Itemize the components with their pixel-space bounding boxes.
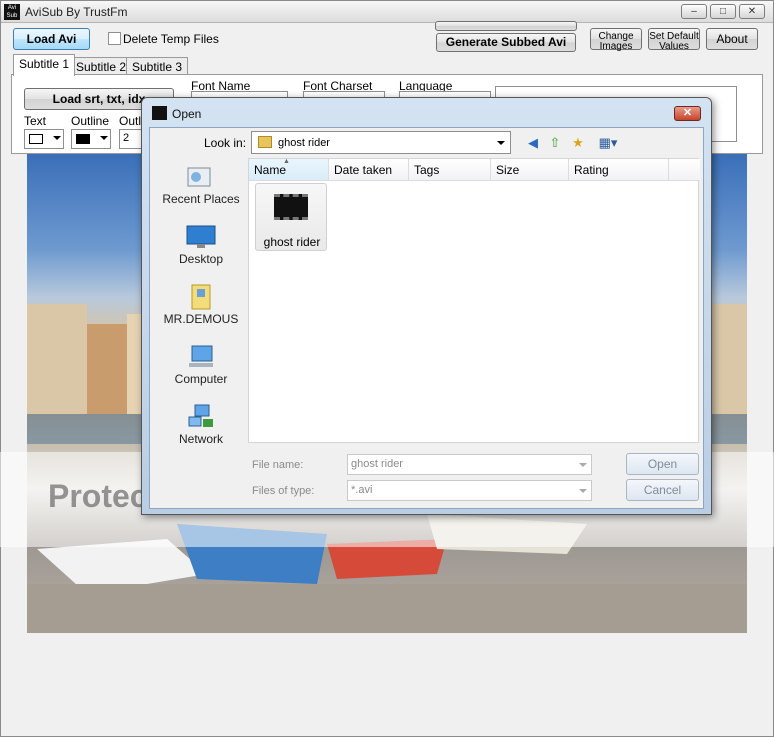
column-header-date-taken[interactable]: Date taken	[329, 159, 409, 181]
tab-subtitle-1[interactable]: Subtitle 1	[13, 54, 76, 76]
column-label: Name	[254, 163, 287, 177]
network-icon	[188, 404, 213, 427]
text-label: Text	[24, 114, 47, 128]
about-button[interactable]: About	[706, 28, 758, 50]
close-button[interactable]: ✕	[739, 4, 765, 19]
close-icon: ✕	[747, 6, 757, 17]
app-icon: Avi Sub	[4, 4, 20, 20]
new-folder-icon[interactable]: ★	[570, 135, 586, 151]
view-menu-icon[interactable]: ▦▾	[595, 135, 621, 151]
file-type-select[interactable]: *.avi	[347, 480, 592, 501]
cancel-button[interactable]: Cancel	[626, 479, 699, 501]
recent-places-icon	[187, 167, 211, 187]
place-desktop[interactable]: Desktop	[156, 224, 246, 266]
back-icon[interactable]: ◀	[525, 135, 541, 151]
delete-temp-label: Delete Temp Files	[123, 32, 219, 46]
outline-size-label: Outli	[119, 114, 144, 128]
change-images-label-line2: Images	[599, 41, 633, 52]
place-computer[interactable]: Computer	[156, 344, 246, 386]
up-folder-icon[interactable]: ⇧	[547, 135, 563, 151]
file-type-label: Files of type:	[252, 485, 315, 497]
change-images-button[interactable]: Change Images	[590, 28, 642, 52]
dialog-body: Look in: ghost rider ◀ ⇧ ★ ▦▾ Recent Pla…	[149, 127, 704, 509]
user-folder-icon	[191, 284, 211, 310]
outline-color-picker[interactable]	[71, 129, 111, 149]
delete-temp-checkbox[interactable]	[108, 32, 121, 45]
minimize-icon: –	[691, 6, 697, 17]
title-bar: Avi Sub AviSub By TrustFm – □ ✕	[1, 1, 773, 23]
tab-subtitle-2[interactable]: Subtitle 2	[70, 57, 133, 75]
open-dialog: Open ✕ Look in: ghost rider ◀ ⇧ ★ ▦▾ Rec…	[141, 97, 712, 515]
dialog-title: Open	[172, 107, 202, 121]
file-name-label: File name:	[252, 459, 304, 471]
text-color-swatch	[29, 134, 43, 144]
chevron-down-icon	[579, 463, 587, 467]
maximize-button[interactable]: □	[710, 4, 736, 19]
open-button[interactable]: Open	[626, 453, 699, 475]
look-in-label: Look in:	[204, 136, 247, 150]
column-header-size[interactable]: Size	[491, 159, 569, 181]
tab-subtitle-3[interactable]: Subtitle 3	[126, 57, 189, 75]
folder-icon	[258, 136, 272, 148]
file-name-input[interactable]: ghost rider	[347, 454, 592, 475]
generate-subbed-avi-button[interactable]: Generate Subbed Avi	[436, 33, 576, 52]
file-item-ghost-rider[interactable]: ghost rider	[255, 183, 327, 251]
dialog-app-icon	[152, 106, 167, 120]
progress-bar	[435, 21, 577, 31]
place-label: Computer	[174, 372, 228, 386]
video-folder-icon	[274, 194, 308, 220]
chevron-down-icon	[497, 141, 505, 145]
file-name: ghost rider	[263, 235, 321, 249]
place-user-folder[interactable]: MR.DEMOUS	[156, 284, 246, 326]
place-label: Recent Places	[162, 192, 240, 206]
chevron-down-icon	[100, 136, 108, 140]
place-recent-places[interactable]: Recent Places	[156, 164, 246, 206]
desktop-icon	[186, 225, 216, 248]
set-default-label-line2: Values	[659, 41, 689, 52]
outline-size-input[interactable]: 2	[119, 129, 143, 149]
set-default-values-button[interactable]: Set Default Values	[648, 28, 700, 52]
place-label: MR.DEMOUS	[163, 312, 239, 326]
column-header-name[interactable]: ▲ Name	[249, 158, 329, 181]
look-in-combo[interactable]: ghost rider	[251, 131, 511, 154]
maximize-icon: □	[719, 6, 727, 17]
computer-icon	[189, 345, 213, 367]
window-title: AviSub By TrustFm	[25, 5, 128, 19]
outline-color-label: Outline	[71, 114, 110, 128]
minimize-button[interactable]: –	[681, 4, 707, 19]
chevron-down-icon	[579, 489, 587, 493]
place-label: Network	[178, 432, 223, 446]
outline-color-swatch	[76, 134, 90, 144]
file-name-value: ghost rider	[351, 458, 403, 470]
load-avi-button[interactable]: Load Avi	[13, 28, 90, 50]
chevron-down-icon	[53, 136, 61, 140]
column-header-tags[interactable]: Tags	[409, 159, 491, 181]
close-icon: ✕	[682, 107, 693, 119]
file-list[interactable]: ▲ Name Date taken Tags Size Rating ghost…	[248, 158, 700, 443]
look-in-value: ghost rider	[278, 137, 330, 149]
place-network[interactable]: Network	[156, 404, 246, 446]
place-label: Desktop	[178, 252, 224, 266]
text-color-picker[interactable]	[24, 129, 64, 149]
column-header-filler	[669, 159, 700, 181]
places-bar: Recent Places Desktop MR.DEMOUS Computer…	[156, 160, 246, 460]
sort-ascending-icon: ▲	[283, 158, 290, 165]
dialog-close-button[interactable]: ✕	[674, 106, 701, 121]
file-type-value: *.avi	[351, 484, 373, 496]
column-header-rating[interactable]: Rating	[569, 159, 669, 181]
